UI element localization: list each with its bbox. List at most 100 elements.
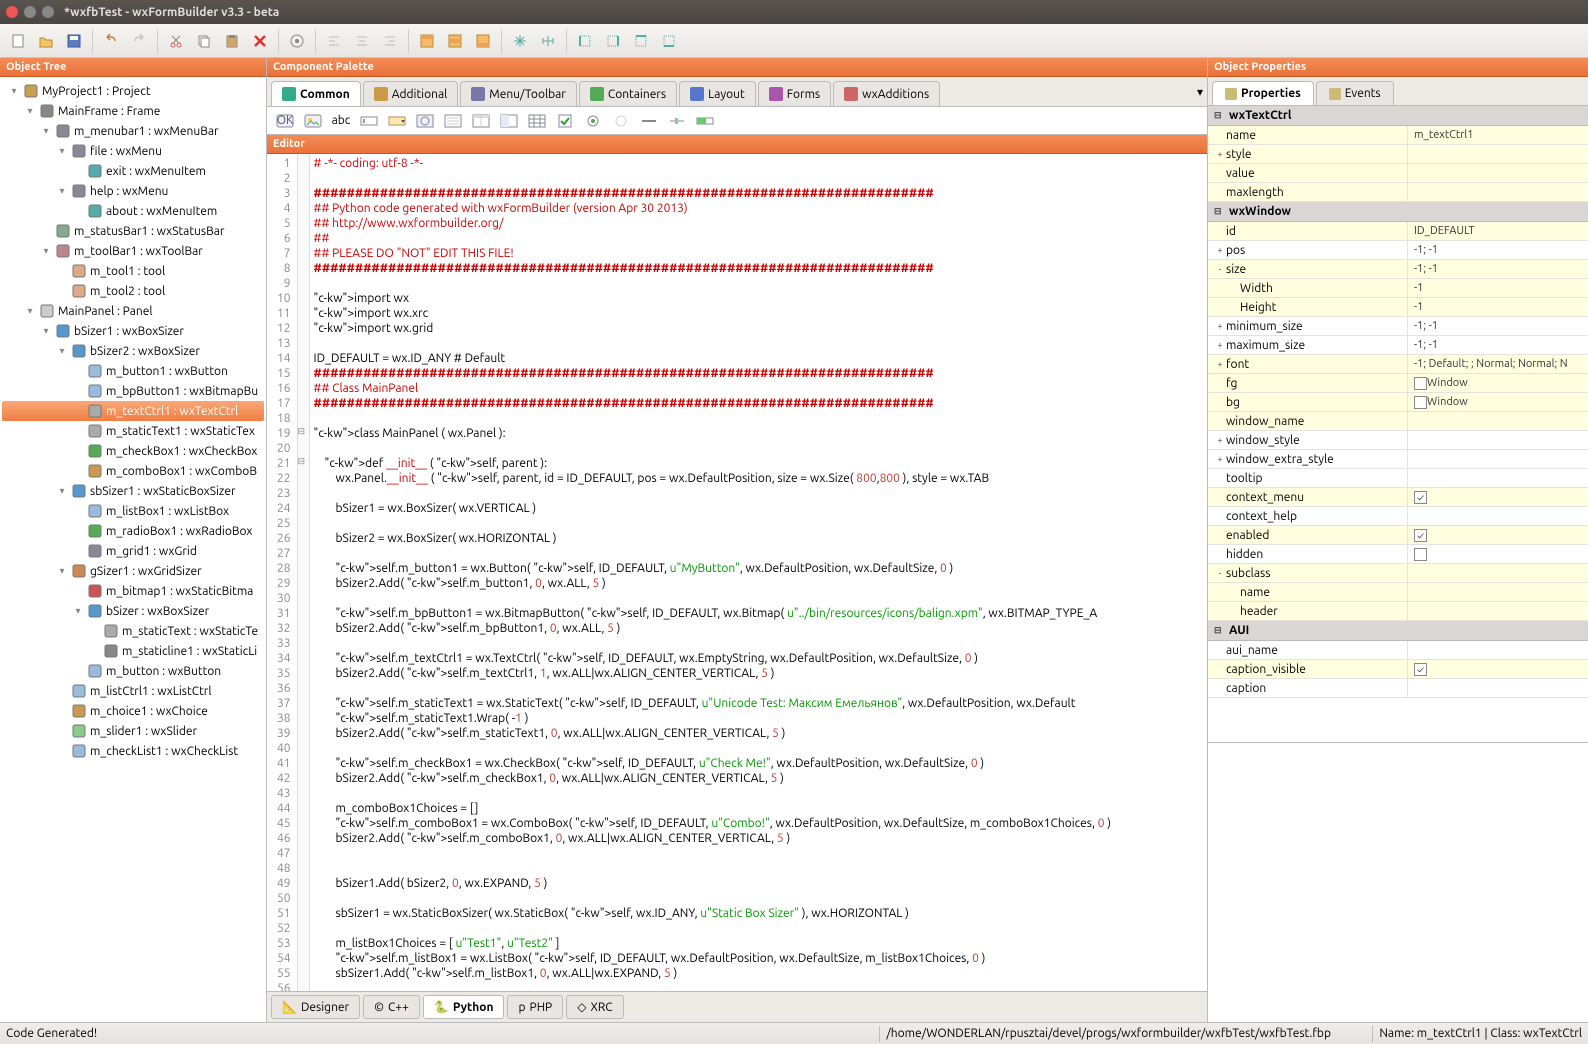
- border-left-button[interactable]: [573, 29, 597, 53]
- prop-row[interactable]: caption_visible✓: [1208, 660, 1588, 679]
- align-right-button[interactable]: [378, 29, 402, 53]
- tree-item[interactable]: m_staticText : wxStaticTe: [2, 621, 264, 641]
- paste-button[interactable]: [220, 29, 244, 53]
- wxgauge-icon[interactable]: [694, 110, 716, 132]
- save-button[interactable]: [62, 29, 86, 53]
- wxbitmapbutton-icon[interactable]: [302, 110, 324, 132]
- tree-toggle-icon[interactable]: ▾: [56, 485, 68, 497]
- wxlistctrl-icon[interactable]: [470, 110, 492, 132]
- prop-value[interactable]: -1; -1: [1408, 336, 1588, 354]
- view-tab-python[interactable]: 🐍Python: [423, 995, 505, 1019]
- expand-button[interactable]: [508, 29, 532, 53]
- cut-button[interactable]: [164, 29, 188, 53]
- prop-row[interactable]: name: [1208, 583, 1588, 602]
- tree-item[interactable]: ▾MainPanel : Panel: [2, 301, 264, 321]
- tree-toggle-icon[interactable]: ▾: [40, 325, 52, 337]
- undo-button[interactable]: [99, 29, 123, 53]
- view-tab-xrc[interactable]: ◇XRC: [566, 995, 623, 1019]
- palette-tab-common[interactable]: Common: [271, 81, 361, 106]
- align-vcenter-button[interactable]: [443, 29, 467, 53]
- tree-item[interactable]: about : wxMenuItem: [2, 201, 264, 221]
- prop-row[interactable]: +pos-1; -1: [1208, 241, 1588, 260]
- checkbox-icon[interactable]: ✓: [1414, 529, 1427, 542]
- tree-item[interactable]: exit : wxMenuItem: [2, 161, 264, 181]
- prop-value[interactable]: ✓: [1408, 526, 1588, 544]
- expand-icon[interactable]: +: [1214, 359, 1226, 369]
- prop-row[interactable]: +window_style: [1208, 431, 1588, 450]
- checkbox-icon[interactable]: ✓: [1414, 491, 1427, 504]
- prop-value[interactable]: [1408, 602, 1588, 620]
- wxslider-icon[interactable]: [666, 110, 688, 132]
- tree-item[interactable]: m_radioBox1 : wxRadioBox: [2, 521, 264, 541]
- tree-toggle-icon[interactable]: ▾: [24, 105, 36, 117]
- prop-value[interactable]: -1: [1408, 279, 1588, 297]
- expand-icon[interactable]: +: [1214, 149, 1226, 159]
- stretch-button[interactable]: [536, 29, 560, 53]
- tree-toggle-icon[interactable]: ▾: [40, 245, 52, 257]
- tree-toggle-icon[interactable]: ▾: [56, 345, 68, 357]
- tree-item[interactable]: m_staticline1 : wxStaticLi: [2, 641, 264, 661]
- tree-toggle-icon[interactable]: ▾: [40, 125, 52, 137]
- collapse-icon[interactable]: ⊟: [1214, 206, 1226, 217]
- prop-row[interactable]: namem_textCtrl1: [1208, 126, 1588, 145]
- expand-icon[interactable]: -: [1214, 568, 1226, 578]
- tree-toggle-icon[interactable]: ▾: [56, 145, 68, 157]
- align-bottom-button[interactable]: [471, 29, 495, 53]
- wxcombobox-icon[interactable]: [386, 110, 408, 132]
- close-icon[interactable]: [6, 6, 18, 18]
- tree-item[interactable]: m_tool1 : tool: [2, 261, 264, 281]
- align-left-button[interactable]: [322, 29, 346, 53]
- fold-margin[interactable]: ⊟ ⊟: [298, 154, 310, 991]
- palette-tab-containers[interactable]: Containers: [579, 81, 677, 106]
- open-button[interactable]: [34, 29, 58, 53]
- generate-button[interactable]: [285, 29, 309, 53]
- wxstatictext-icon[interactable]: abc: [330, 110, 352, 132]
- checkbox-icon[interactable]: [1414, 396, 1427, 409]
- palette-tab-menutoolbar[interactable]: Menu/Toolbar: [460, 81, 577, 106]
- prop-value[interactable]: ✓: [1408, 488, 1588, 506]
- expand-icon[interactable]: +: [1214, 245, 1226, 255]
- prop-row[interactable]: tooltip: [1208, 469, 1588, 488]
- prop-tab-properties[interactable]: Properties: [1212, 81, 1314, 105]
- prop-section[interactable]: ⊟AUI: [1208, 621, 1588, 641]
- tree-item[interactable]: ▾bSizer1 : wxBoxSizer: [2, 321, 264, 341]
- tree-item[interactable]: m_button1 : wxButton: [2, 361, 264, 381]
- prop-value[interactable]: -1; Default; ; Normal; Normal; N: [1408, 355, 1588, 373]
- wxspinbutton-icon[interactable]: [414, 110, 436, 132]
- prop-value[interactable]: [1408, 507, 1588, 525]
- prop-row[interactable]: +window_extra_style: [1208, 450, 1588, 469]
- prop-row[interactable]: -size-1; -1: [1208, 260, 1588, 279]
- prop-value[interactable]: [1408, 431, 1588, 449]
- prop-value[interactable]: [1408, 164, 1588, 182]
- prop-row[interactable]: enabled✓: [1208, 526, 1588, 545]
- prop-value[interactable]: Window: [1408, 393, 1588, 411]
- checkbox-icon[interactable]: ✓: [1414, 663, 1427, 676]
- palette-tab-forms[interactable]: Forms: [758, 81, 831, 106]
- tree-item[interactable]: m_grid1 : wxGrid: [2, 541, 264, 561]
- prop-row[interactable]: -subclass: [1208, 564, 1588, 583]
- tree-item[interactable]: m_choice1 : wxChoice: [2, 701, 264, 721]
- tree-item[interactable]: m_tool2 : tool: [2, 281, 264, 301]
- prop-row[interactable]: header: [1208, 602, 1588, 621]
- tree-item[interactable]: ▾sbSizer1 : wxStaticBoxSizer: [2, 481, 264, 501]
- tree-item[interactable]: m_listBox1 : wxListBox: [2, 501, 264, 521]
- tree-item[interactable]: m_listCtrl1 : wxListCtrl: [2, 681, 264, 701]
- tree-toggle-icon[interactable]: ▾: [72, 605, 84, 617]
- prop-row[interactable]: Width-1: [1208, 279, 1588, 298]
- object-tree[interactable]: ▾MyProject1 : Project▾MainFrame : Frame▾…: [0, 77, 266, 1022]
- prop-value[interactable]: -1; -1: [1408, 260, 1588, 278]
- wxstaticline-icon[interactable]: [638, 110, 660, 132]
- wxbutton-icon[interactable]: OK: [274, 110, 296, 132]
- prop-value[interactable]: -1; -1: [1408, 317, 1588, 335]
- border-right-button[interactable]: [601, 29, 625, 53]
- view-tab-designer[interactable]: 📐Designer: [271, 995, 360, 1019]
- prop-row[interactable]: bg Window: [1208, 393, 1588, 412]
- prop-value[interactable]: [1408, 583, 1588, 601]
- prop-row[interactable]: hidden: [1208, 545, 1588, 564]
- prop-row[interactable]: +maximum_size-1; -1: [1208, 336, 1588, 355]
- wxlistbox-icon[interactable]: [442, 110, 464, 132]
- prop-value[interactable]: [1408, 564, 1588, 582]
- prop-section[interactable]: ⊟wxTextCtrl: [1208, 106, 1588, 126]
- expand-icon[interactable]: +: [1214, 321, 1226, 331]
- prop-row[interactable]: context_menu✓: [1208, 488, 1588, 507]
